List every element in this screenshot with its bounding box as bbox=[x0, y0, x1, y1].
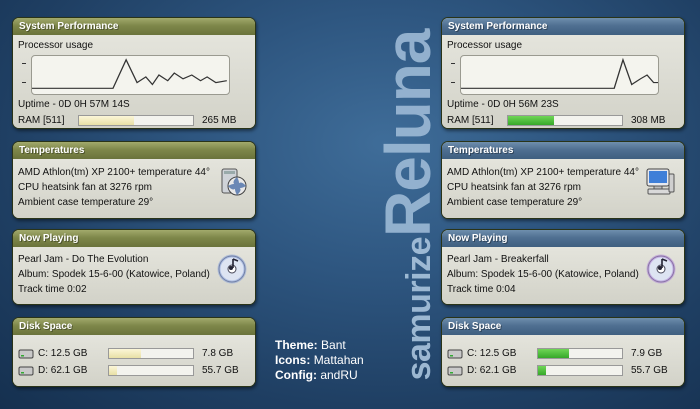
theme-label: Theme: bbox=[275, 338, 318, 352]
processor-usage-label: Processor usage bbox=[447, 40, 523, 51]
drive-c-free: 7.9 GB bbox=[631, 348, 663, 359]
ram-row: RAM [511] 265 MB bbox=[18, 112, 250, 128]
uptime-text: Uptime - 0D 0H 57M 14S bbox=[18, 99, 130, 110]
left-now-playing-panel: Now Playing Pearl Jam - Do The Evolution… bbox=[12, 229, 256, 305]
computer-icon bbox=[644, 166, 676, 201]
drive-d-label: D: 62.1 GB bbox=[467, 365, 517, 376]
ambient-temperature-text: Ambient case temperature 29° bbox=[18, 197, 154, 208]
drive-c-label: C: 12.5 GB bbox=[467, 348, 517, 359]
left-system-performance-panel: System Performance Processor usage Uptim… bbox=[12, 17, 256, 129]
drive-c-usage-bar bbox=[108, 348, 194, 359]
drive-c-row: C: 12.5 GB 7.8 GB bbox=[18, 345, 250, 362]
cd-music-icon bbox=[217, 254, 247, 287]
ram-usage-bar bbox=[78, 114, 194, 126]
panel-title: System Performance bbox=[442, 18, 684, 35]
config-value: andRU bbox=[320, 368, 358, 382]
panel-title: Temperatures bbox=[442, 142, 684, 159]
panel-title: Now Playing bbox=[13, 230, 255, 247]
drive-d-free: 55.7 GB bbox=[631, 365, 668, 376]
icons-value: Mattahan bbox=[313, 353, 364, 367]
processor-usage-label: Processor usage bbox=[18, 40, 94, 51]
ram-value: 265 MB bbox=[202, 114, 237, 126]
credits: Theme: Bant Icons: Mattahan Config: andR… bbox=[275, 338, 364, 383]
samurize-reluna-logo: samurizeReluna bbox=[372, 20, 444, 390]
cd-music-icon bbox=[646, 254, 676, 287]
ram-usage-bar bbox=[507, 114, 623, 126]
track-time-text: Track time 0:04 bbox=[447, 284, 516, 295]
right-temperatures-panel: Temperatures AMD Athlon(tm) XP 2100+ tem… bbox=[441, 141, 685, 219]
panel-title: Now Playing bbox=[442, 230, 684, 247]
drive-d-free: 55.7 GB bbox=[202, 365, 239, 376]
ram-row: RAM [511] 308 MB bbox=[447, 112, 679, 128]
theme-value: Bant bbox=[321, 338, 346, 352]
album-text: Album: Spodek 15-6-00 (Katowice, Poland) bbox=[18, 269, 210, 280]
drive-d-usage-bar bbox=[537, 365, 623, 376]
drive-c-label: C: 12.5 GB bbox=[38, 348, 88, 359]
ram-value: 308 MB bbox=[631, 114, 666, 126]
brand-word-reluna: Reluna bbox=[372, 29, 444, 237]
track-title-text: Pearl Jam - Do The Evolution bbox=[18, 254, 149, 265]
right-now-playing-panel: Now Playing Pearl Jam - Breakerfall Albu… bbox=[441, 229, 685, 305]
left-temperatures-panel: Temperatures AMD Athlon(tm) XP 2100+ tem… bbox=[12, 141, 256, 219]
ram-label: RAM [511] bbox=[447, 114, 494, 126]
drive-d-label: D: 62.1 GB bbox=[38, 365, 88, 376]
panel-title: Disk Space bbox=[442, 318, 684, 335]
drive-d-row: D: 62.1 GB 55.7 GB bbox=[18, 362, 250, 379]
track-time-text: Track time 0:02 bbox=[18, 284, 87, 295]
drive-c-free: 7.8 GB bbox=[202, 348, 234, 359]
left-disk-space-panel: Disk Space C: 12.5 GB 7.8 GB D: 62.1 GB … bbox=[12, 317, 256, 387]
hard-drive-icon bbox=[447, 366, 463, 375]
cpu-temperature-text: AMD Athlon(tm) XP 2100+ temperature 44° bbox=[18, 167, 210, 178]
right-disk-space-panel: Disk Space C: 12.5 GB 7.9 GB D: 62.1 GB … bbox=[441, 317, 685, 387]
album-text: Album: Spodek 15-6-00 (Katowice, Poland) bbox=[447, 269, 639, 280]
hard-drive-icon bbox=[18, 366, 34, 375]
drive-c-usage-bar bbox=[537, 348, 623, 359]
ram-label: RAM [511] bbox=[18, 114, 65, 126]
uptime-text: Uptime - 0D 0H 56M 23S bbox=[447, 99, 559, 110]
icons-label: Icons: bbox=[275, 353, 311, 367]
drive-c-row: C: 12.5 GB 7.9 GB bbox=[447, 345, 679, 362]
panel-title: Disk Space bbox=[13, 318, 255, 335]
right-system-performance-panel: System Performance Processor usage Uptim… bbox=[441, 17, 685, 129]
drive-d-usage-bar bbox=[108, 365, 194, 376]
drive-d-row: D: 62.1 GB 55.7 GB bbox=[447, 362, 679, 379]
panel-title: Temperatures bbox=[13, 142, 255, 159]
track-title-text: Pearl Jam - Breakerfall bbox=[447, 254, 549, 265]
hard-drive-icon bbox=[447, 349, 463, 358]
brand-word-samurize: samurize bbox=[400, 236, 438, 381]
config-label: Config: bbox=[275, 368, 317, 382]
processor-usage-graph bbox=[447, 55, 679, 95]
processor-usage-graph bbox=[18, 55, 250, 95]
fan-speed-text: CPU heatsink fan at 3276 rpm bbox=[18, 182, 152, 193]
hard-drive-icon bbox=[18, 349, 34, 358]
cpu-fan-icon bbox=[217, 166, 247, 201]
panel-title: System Performance bbox=[13, 18, 255, 35]
